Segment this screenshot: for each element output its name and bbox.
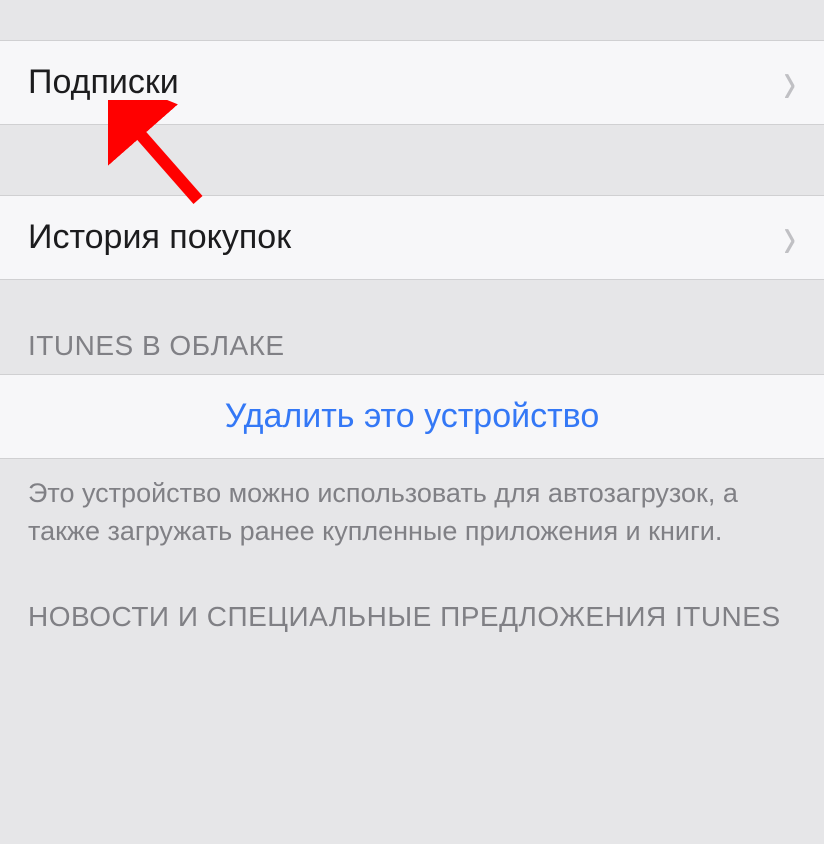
chevron-right-icon: › — [783, 52, 796, 113]
itunes-cloud-header: iTunes в облаке — [0, 280, 824, 374]
purchase-history-label: История покупок — [28, 218, 291, 257]
remove-device-row[interactable]: Удалить это устройство — [0, 375, 824, 458]
itunes-cloud-group: Удалить это устройство — [0, 374, 824, 459]
top-spacer — [0, 0, 824, 40]
remove-device-label: Удалить это устройство — [225, 397, 600, 436]
purchase-history-group: История покупок › — [0, 195, 824, 280]
spacer-1 — [0, 125, 824, 195]
subscriptions-group: Подписки › — [0, 40, 824, 125]
remove-device-footer: Это устройство можно использовать для ав… — [0, 459, 824, 581]
news-offers-header: Новости и специальные предложения iTunes — [0, 581, 824, 645]
chevron-right-icon: › — [783, 207, 796, 268]
purchase-history-row[interactable]: История покупок › — [0, 196, 824, 279]
subscriptions-label: Подписки — [28, 63, 179, 102]
subscriptions-row[interactable]: Подписки › — [0, 41, 824, 124]
